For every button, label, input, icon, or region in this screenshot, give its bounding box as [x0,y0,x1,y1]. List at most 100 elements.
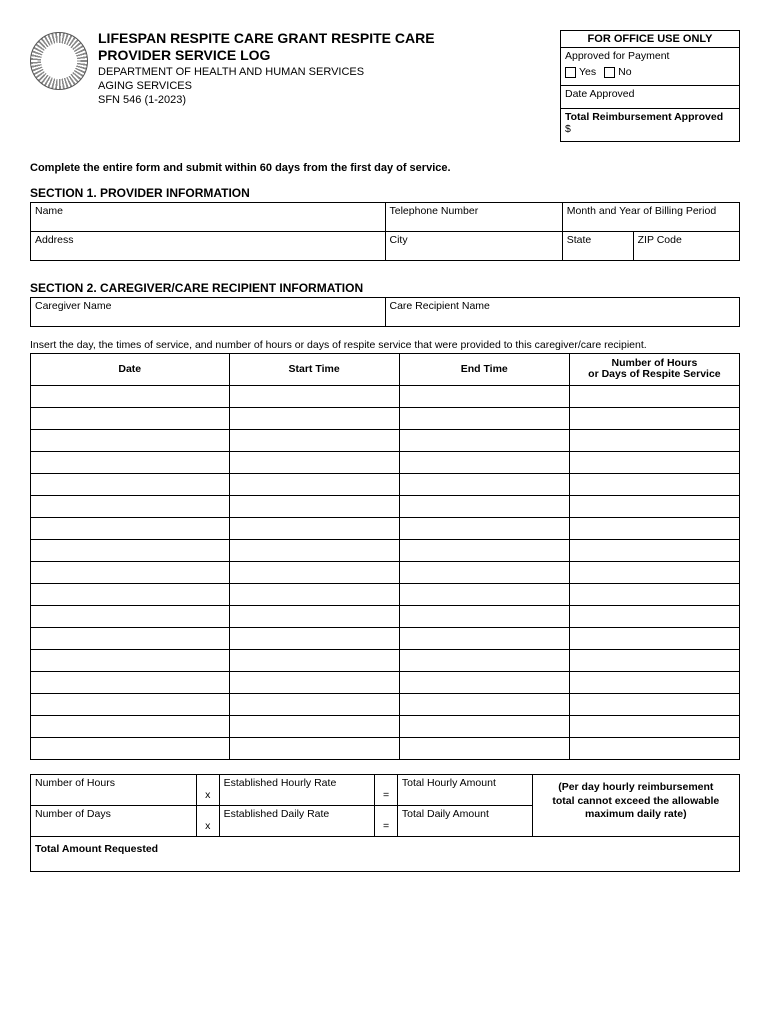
log-cell[interactable] [31,606,230,628]
log-cell[interactable] [569,628,739,650]
log-cell[interactable] [569,562,739,584]
log-cell[interactable] [399,628,569,650]
log-cell[interactable] [31,496,230,518]
log-cell[interactable] [569,474,739,496]
log-cell[interactable] [31,408,230,430]
log-cell[interactable] [399,716,569,738]
log-cell[interactable] [399,672,569,694]
log-cell[interactable] [569,452,739,474]
log-cell[interactable] [399,496,569,518]
log-instruction: Insert the day, the times of service, an… [30,339,740,351]
log-cell[interactable] [399,650,569,672]
log-cell[interactable] [31,430,230,452]
hourly-rate-field[interactable]: Established Hourly Rate [219,775,374,806]
log-cell[interactable] [229,452,399,474]
approved-no-option[interactable]: No [604,66,631,80]
log-cell[interactable] [399,430,569,452]
multiply-op: x [196,775,219,806]
form-title-line1: LIFESPAN RESPITE CARE GRANT RESPITE CARE [98,30,550,47]
caregiver-name-field[interactable]: Caregiver Name [31,297,386,326]
log-cell[interactable] [569,386,739,408]
total-reimbursement-cell[interactable]: Total Reimbursement Approved $ [561,108,739,141]
daily-rate-field[interactable]: Established Daily Rate [219,806,374,837]
log-row [31,540,740,562]
log-cell[interactable] [31,518,230,540]
log-cell[interactable] [31,562,230,584]
log-cell[interactable] [569,584,739,606]
log-cell[interactable] [229,694,399,716]
total-amount-requested-field[interactable]: Total Amount Requested [31,837,740,872]
approved-yes-option[interactable]: Yes [565,66,596,80]
log-cell[interactable] [569,496,739,518]
billing-period-field[interactable]: Month and Year of Billing Period [562,202,739,231]
log-cell[interactable] [31,738,230,760]
log-cell[interactable] [229,584,399,606]
log-cell[interactable] [229,408,399,430]
log-cell[interactable] [229,562,399,584]
date-approved-cell[interactable]: Date Approved [561,85,739,108]
log-row [31,716,740,738]
log-cell[interactable] [31,540,230,562]
log-cell[interactable] [31,694,230,716]
log-cell[interactable] [399,694,569,716]
log-cell[interactable] [31,474,230,496]
log-cell[interactable] [569,738,739,760]
log-cell[interactable] [399,606,569,628]
log-cell[interactable] [229,518,399,540]
log-row [31,386,740,408]
log-cell[interactable] [31,672,230,694]
log-cell[interactable] [31,386,230,408]
log-cell[interactable] [229,386,399,408]
log-cell[interactable] [229,430,399,452]
num-days-field[interactable]: Number of Days [31,806,197,837]
provider-info-table: Name Telephone Number Month and Year of … [30,202,740,261]
log-cell[interactable] [229,496,399,518]
log-cell[interactable] [569,694,739,716]
log-cell[interactable] [569,716,739,738]
log-cell[interactable] [569,606,739,628]
log-cell[interactable] [569,408,739,430]
total-daily-field[interactable]: Total Daily Amount [397,806,532,837]
log-cell[interactable] [229,606,399,628]
log-cell[interactable] [31,452,230,474]
log-cell[interactable] [31,716,230,738]
log-cell[interactable] [229,540,399,562]
log-cell[interactable] [569,672,739,694]
state-field[interactable]: State [562,231,633,260]
log-cell[interactable] [569,540,739,562]
telephone-field[interactable]: Telephone Number [385,202,562,231]
log-cell[interactable] [569,518,739,540]
log-cell[interactable] [399,562,569,584]
name-field[interactable]: Name [31,202,386,231]
log-cell[interactable] [31,584,230,606]
log-cell[interactable] [569,430,739,452]
log-cell[interactable] [399,540,569,562]
log-cell[interactable] [399,584,569,606]
log-cell[interactable] [399,386,569,408]
care-recipient-field[interactable]: Care Recipient Name [385,297,740,326]
log-cell[interactable] [31,628,230,650]
zip-field[interactable]: ZIP Code [633,231,739,260]
log-cell[interactable] [399,738,569,760]
dollar-sign: $ [565,123,571,135]
num-hours-field[interactable]: Number of Hours [31,775,197,806]
equals-op: = [375,806,398,837]
log-cell[interactable] [399,474,569,496]
log-cell[interactable] [31,650,230,672]
log-cell[interactable] [229,650,399,672]
log-cell[interactable] [229,738,399,760]
log-cell[interactable] [399,408,569,430]
log-cell[interactable] [229,716,399,738]
log-cell[interactable] [229,628,399,650]
total-hourly-field[interactable]: Total Hourly Amount [397,775,532,806]
city-field[interactable]: City [385,231,562,260]
office-heading: FOR OFFICE USE ONLY [561,31,739,47]
log-cell[interactable] [229,474,399,496]
log-cell[interactable] [399,518,569,540]
date-approved-label: Date Approved [565,88,634,100]
log-cell[interactable] [399,452,569,474]
address-field[interactable]: Address [31,231,386,260]
log-cell[interactable] [569,650,739,672]
log-cell[interactable] [229,672,399,694]
approved-label: Approved for Payment [565,50,669,62]
